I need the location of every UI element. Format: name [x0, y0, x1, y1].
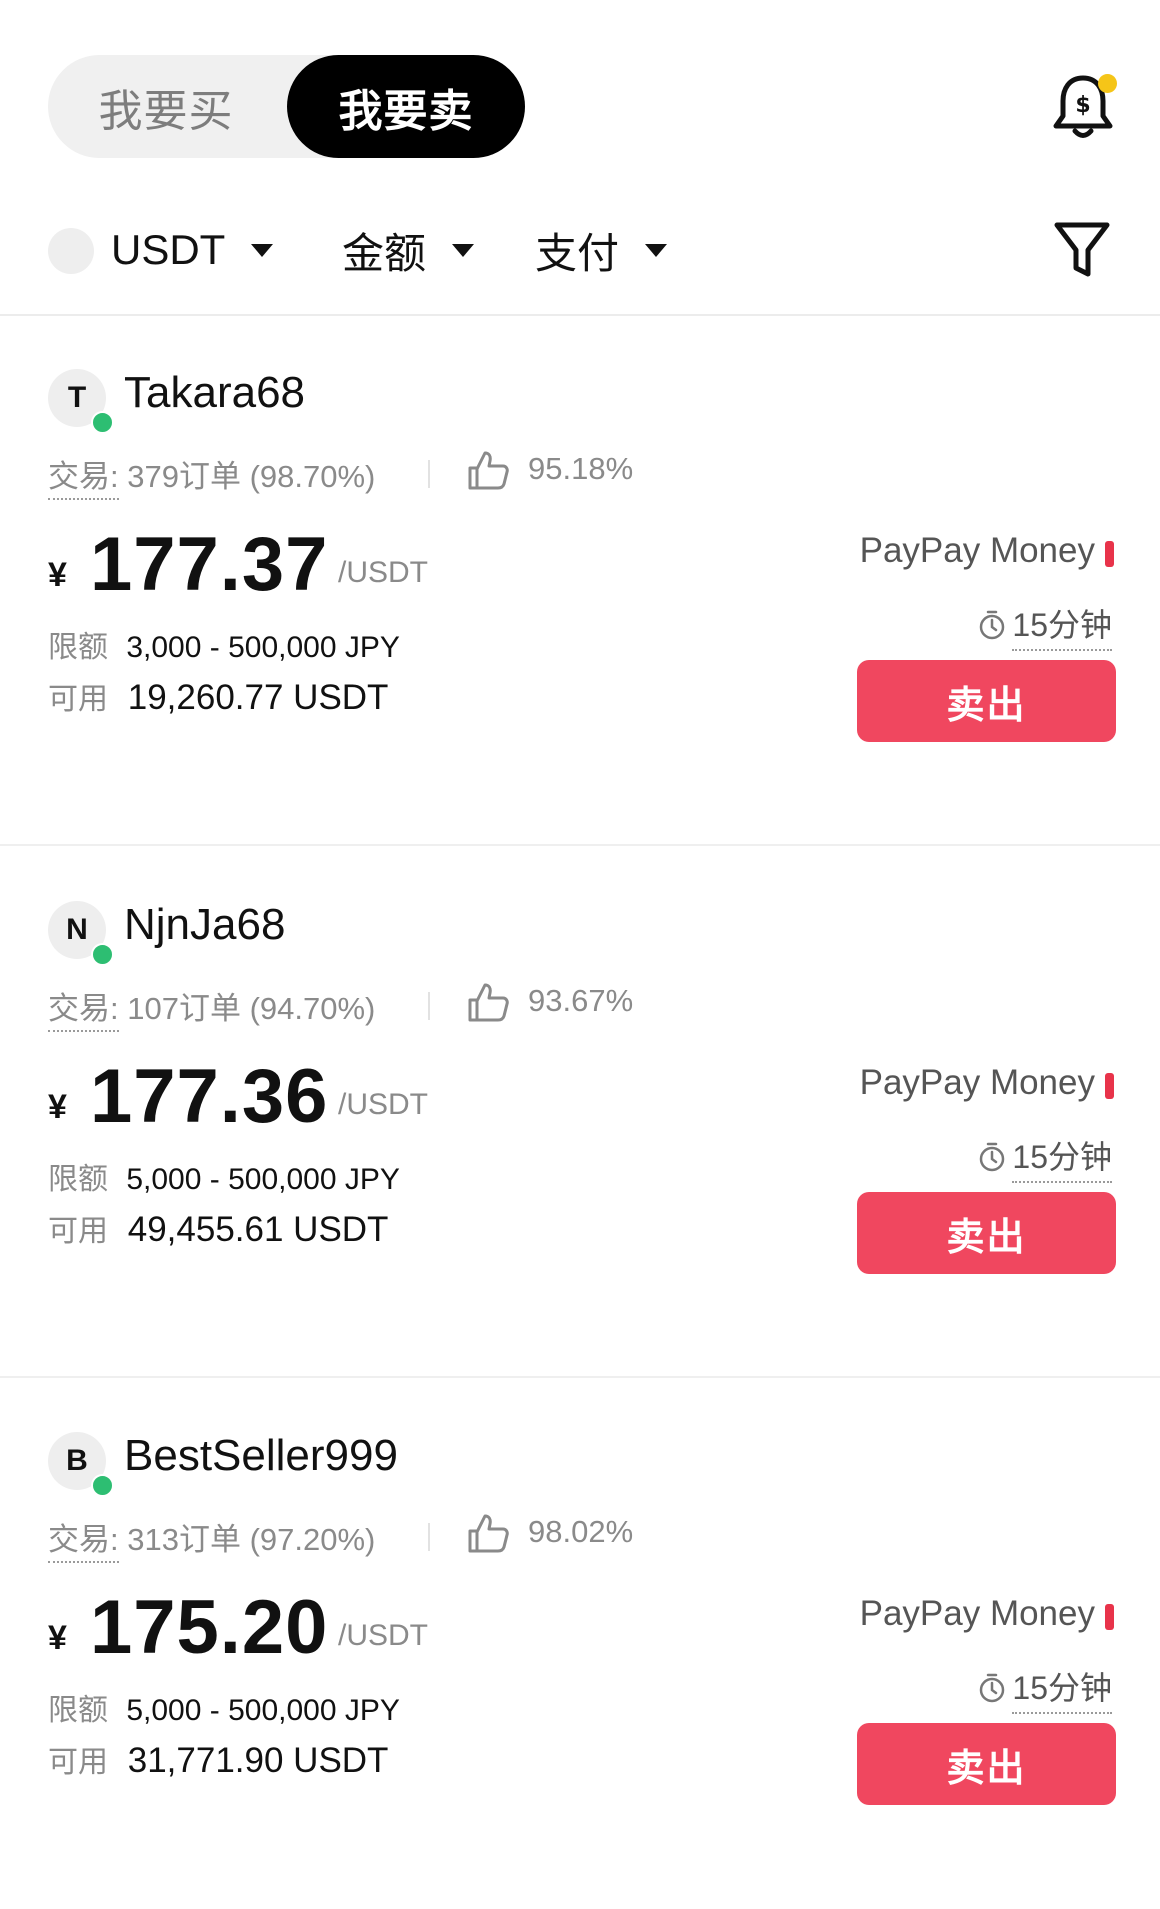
time-limit-text: 15分钟	[1012, 1132, 1112, 1183]
coin-filter[interactable]: USDT	[111, 220, 274, 280]
limit-label: 限额	[48, 631, 108, 664]
thumbs-up-icon	[468, 983, 509, 1022]
caret-down-icon	[251, 243, 274, 257]
available-value: 49,455.61 USDT	[127, 1210, 389, 1249]
available-label: 可用	[48, 1215, 108, 1248]
payment-time-limit: 15分钟	[976, 1135, 1112, 1183]
tab-buy[interactable]: 我要买	[48, 55, 284, 158]
time-limit-text: 15分钟	[1012, 1663, 1112, 1714]
payment-time-limit: 15分钟	[976, 603, 1112, 651]
available-row: 可用 49,455.61 USDT	[48, 1206, 388, 1250]
currency-symbol: ¥	[48, 556, 67, 594]
payment-marker	[1105, 541, 1114, 567]
card-divider	[0, 844, 1160, 846]
trade-stats-label: 交易:	[48, 991, 119, 1032]
thumbs-up-icon	[468, 451, 509, 490]
listing-card: B BestSeller999 交易: 313订单 (97.20%) 98.02…	[0, 1379, 1160, 1909]
amount-filter[interactable]: 金额	[342, 220, 475, 280]
trade-stats: 交易: 313订单 (97.20%) 98.02%	[48, 1514, 633, 1563]
trade-stats-value: 107订单 (94.70%)	[127, 991, 376, 1026]
payment-marker	[1105, 1073, 1114, 1099]
available-label: 可用	[48, 683, 108, 716]
unit-price: 175.20	[90, 1585, 329, 1670]
positive-rating: 93.67%	[528, 983, 634, 1018]
trade-stats-value: 379订单 (98.70%)	[127, 459, 376, 494]
available-value: 19,260.77 USDT	[127, 678, 389, 717]
online-indicator	[91, 411, 114, 434]
coin-icon	[48, 228, 94, 274]
card-divider	[0, 1376, 1160, 1378]
limit-value: 5,000 - 500,000 JPY	[126, 1163, 400, 1196]
unit-price: 177.36	[90, 1054, 329, 1139]
caret-down-icon	[452, 243, 475, 257]
thumbs-up-icon	[468, 1514, 509, 1553]
available-row: 可用 31,771.90 USDT	[48, 1737, 388, 1781]
price-unit: /USDT	[338, 556, 428, 589]
notification-dot	[1098, 74, 1117, 93]
positive-rating: 95.18%	[528, 451, 634, 486]
amount-filter-label: 金额	[342, 229, 427, 277]
trade-stats-value: 313订单 (97.20%)	[127, 1522, 376, 1557]
stats-separator	[428, 1523, 430, 1551]
payment-filter-label: 支付	[535, 229, 620, 277]
available-row: 可用 19,260.77 USDT	[48, 674, 388, 718]
seller-name[interactable]: Takara68	[124, 368, 305, 418]
stats-separator	[428, 460, 430, 488]
trade-stats: 交易: 379订单 (98.70%) 95.18%	[48, 451, 633, 500]
seller-name[interactable]: NjnJa68	[124, 900, 285, 950]
currency-symbol: ¥	[48, 1619, 67, 1657]
timer-icon	[980, 610, 1005, 640]
sell-button[interactable]: 卖出	[857, 1192, 1116, 1274]
online-indicator	[91, 943, 114, 966]
limit-row: 限额 5,000 - 500,000 JPY	[48, 1154, 400, 1198]
trade-stats-label: 交易:	[48, 1522, 119, 1563]
stats-separator	[428, 992, 430, 1020]
coin-filter-label: USDT	[111, 226, 226, 273]
available-value: 31,771.90 USDT	[127, 1741, 389, 1780]
trade-stats-label: 交易:	[48, 459, 119, 500]
buy-sell-toggle: 我要买 我要卖	[48, 55, 525, 158]
limit-row: 限额 5,000 - 500,000 JPY	[48, 1685, 400, 1729]
price-unit: /USDT	[338, 1619, 428, 1652]
payment-marker	[1105, 1604, 1114, 1630]
payment-method: PayPay Money	[859, 531, 1095, 570]
payment-method: PayPay Money	[859, 1594, 1095, 1633]
listing-card: T Takara68 交易: 379订单 (98.70%) 95.18% ¥ 1…	[0, 316, 1160, 846]
limit-value: 3,000 - 500,000 JPY	[126, 631, 400, 664]
seller-name[interactable]: BestSeller999	[124, 1431, 398, 1481]
listing-card: N NjnJa68 交易: 107订单 (94.70%) 93.67% ¥ 17…	[0, 848, 1160, 1378]
timer-icon	[980, 1142, 1005, 1172]
caret-down-icon	[645, 243, 668, 257]
payment-time-limit: 15分钟	[976, 1666, 1112, 1714]
payment-filter[interactable]: 支付	[535, 220, 668, 280]
svg-text:$: $	[1075, 93, 1090, 118]
limit-label: 限额	[48, 1694, 108, 1727]
limit-label: 限额	[48, 1163, 108, 1196]
online-indicator	[91, 1474, 114, 1497]
time-limit-text: 15分钟	[1012, 600, 1112, 651]
price-unit: /USDT	[338, 1088, 428, 1121]
available-label: 可用	[48, 1746, 108, 1779]
filter-funnel-icon[interactable]	[1052, 218, 1112, 280]
limit-row: 限额 3,000 - 500,000 JPY	[48, 622, 400, 666]
timer-icon	[980, 1673, 1005, 1703]
unit-price: 177.37	[90, 522, 329, 607]
currency-symbol: ¥	[48, 1088, 67, 1126]
tab-sell[interactable]: 我要卖	[287, 55, 525, 158]
payment-method: PayPay Money	[859, 1063, 1095, 1102]
sell-button[interactable]: 卖出	[857, 660, 1116, 742]
filter-bar: USDT 金额 支付	[0, 208, 1160, 298]
positive-rating: 98.02%	[528, 1514, 634, 1549]
trade-stats: 交易: 107订单 (94.70%) 93.67%	[48, 983, 633, 1032]
limit-value: 5,000 - 500,000 JPY	[126, 1694, 400, 1727]
sell-button[interactable]: 卖出	[857, 1723, 1116, 1805]
